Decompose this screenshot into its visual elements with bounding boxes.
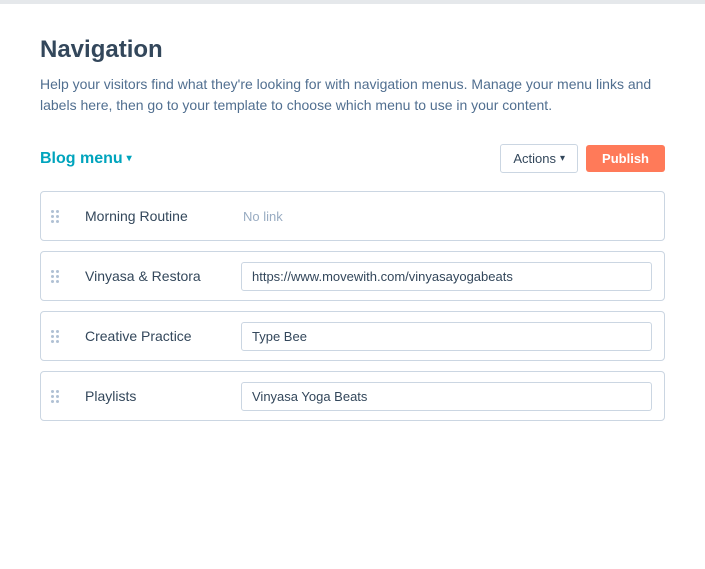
link-input-creative-practice[interactable]: [241, 322, 652, 351]
menu-header: Blog menu ▾ Actions ▾ Publish: [40, 144, 665, 173]
actions-dropdown-arrow-icon: ▾: [560, 153, 565, 164]
actions-button[interactable]: Actions ▾: [500, 144, 578, 173]
page-container: Navigation Help your visitors find what …: [0, 4, 705, 461]
table-row: Morning Routine No link: [40, 191, 665, 241]
link-input-vinyasa-restora[interactable]: [241, 262, 652, 291]
page-title: Navigation: [40, 36, 665, 64]
item-name-morning-routine: Morning Routine: [69, 196, 229, 236]
item-link-playlists[interactable]: [229, 374, 664, 419]
item-link-creative-practice[interactable]: [229, 314, 664, 359]
item-link-morning-routine: No link: [229, 200, 664, 232]
drag-handle-icon[interactable]: [41, 312, 69, 360]
header-actions: Actions ▾ Publish: [500, 144, 665, 173]
publish-button[interactable]: Publish: [586, 145, 665, 172]
item-name-vinyasa-restora: Vinyasa & Restora: [69, 256, 229, 296]
item-link-vinyasa-restora[interactable]: [229, 254, 664, 299]
menu-name-button[interactable]: Blog menu ▾: [40, 150, 132, 168]
drag-handle-icon[interactable]: [41, 372, 69, 420]
page-description: Help your visitors find what they're loo…: [40, 74, 665, 116]
actions-label: Actions: [513, 151, 556, 166]
link-input-playlists[interactable]: [241, 382, 652, 411]
table-row: Vinyasa & Restora: [40, 251, 665, 301]
item-name-playlists: Playlists: [69, 376, 229, 416]
drag-handle-icon[interactable]: [41, 192, 69, 240]
menu-name-label: Blog menu: [40, 150, 123, 168]
item-name-creative-practice: Creative Practice: [69, 316, 229, 356]
menu-items-list: Morning Routine No link Vinyasa & Restor…: [40, 191, 665, 421]
menu-chevron-icon: ▾: [127, 153, 132, 164]
table-row: Creative Practice: [40, 311, 665, 361]
table-row: Playlists: [40, 371, 665, 421]
no-link-text: No link: [241, 203, 285, 230]
drag-handle-icon[interactable]: [41, 252, 69, 300]
